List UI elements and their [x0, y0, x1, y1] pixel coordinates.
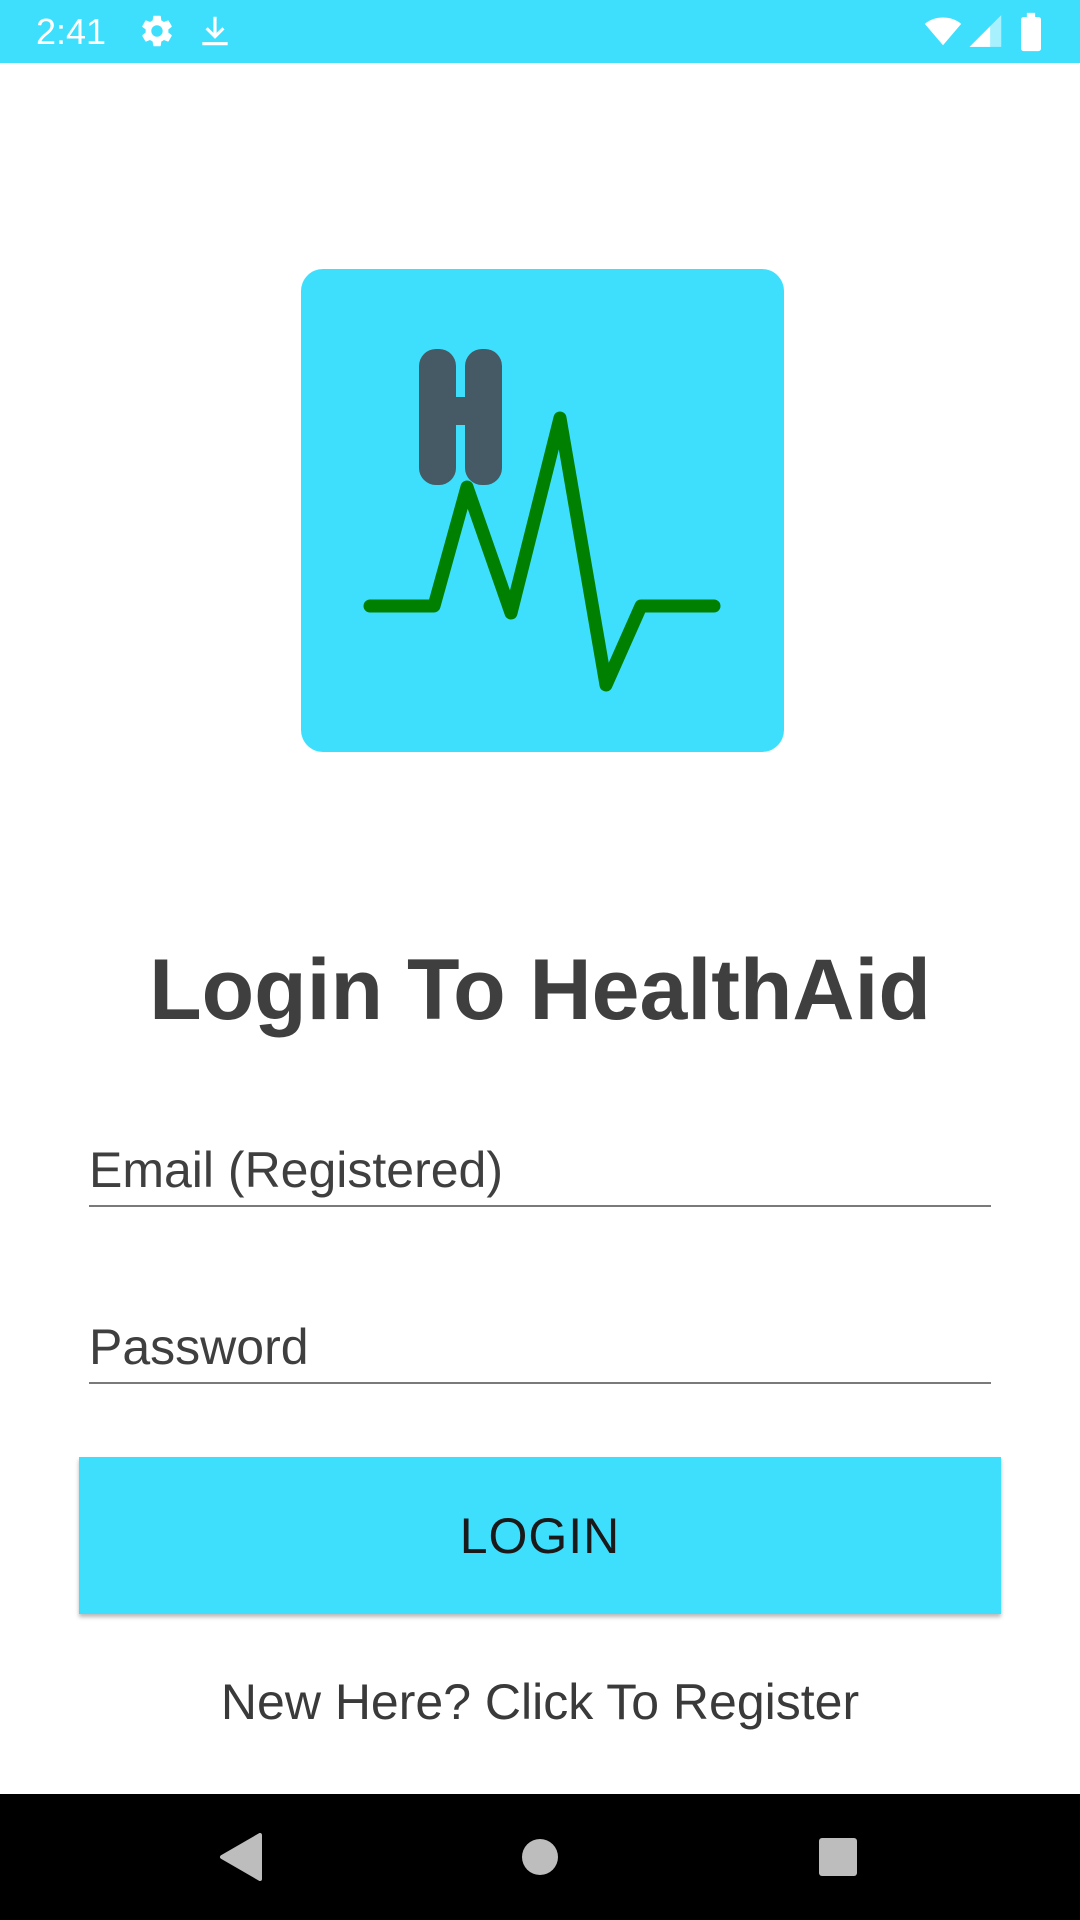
back-icon	[220, 1833, 262, 1881]
logo-letter-h	[419, 349, 502, 485]
home-button[interactable]	[470, 1794, 610, 1920]
battery-icon	[1021, 12, 1041, 52]
status-time: 2:41	[36, 11, 107, 52]
page-title: Login To HealthAid	[149, 942, 931, 1038]
email-field[interactable]	[89, 1135, 991, 1207]
back-button[interactable]	[170, 1794, 310, 1920]
download-icon	[202, 16, 228, 46]
home-icon	[522, 1839, 558, 1875]
app-logo	[301, 269, 784, 752]
signal-icon	[969, 15, 1002, 47]
navigation-bar	[0, 1794, 1080, 1920]
login-button[interactable]: LOGIN	[79, 1457, 1001, 1614]
settings-icon	[142, 15, 172, 47]
wifi-icon	[924, 17, 962, 46]
recents-button[interactable]	[768, 1794, 908, 1920]
recents-icon	[819, 1838, 857, 1876]
password-field[interactable]	[89, 1312, 991, 1384]
status-bar: 2:41	[0, 0, 1080, 63]
register-link[interactable]: New Here? Click To Register	[0, 1672, 1080, 1732]
